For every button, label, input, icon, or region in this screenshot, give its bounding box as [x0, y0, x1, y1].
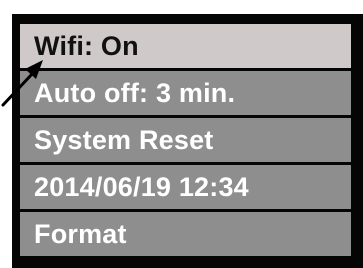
arrow-pointer-icon — [1, 60, 43, 107]
menu-item-format[interactable]: Format — [20, 212, 351, 256]
menu-item-system-reset[interactable]: System Reset — [20, 118, 351, 162]
camera-settings-screen: Wifi: On Auto off: 3 min. System Reset 2… — [0, 0, 363, 268]
settings-menu: Wifi: On Auto off: 3 min. System Reset 2… — [20, 24, 351, 259]
menu-item-wifi[interactable]: Wifi: On — [20, 24, 351, 68]
menu-item-date-time[interactable]: 2014/06/19 12:34 — [20, 165, 351, 209]
menu-item-auto-off[interactable]: Auto off: 3 min. — [20, 71, 351, 115]
